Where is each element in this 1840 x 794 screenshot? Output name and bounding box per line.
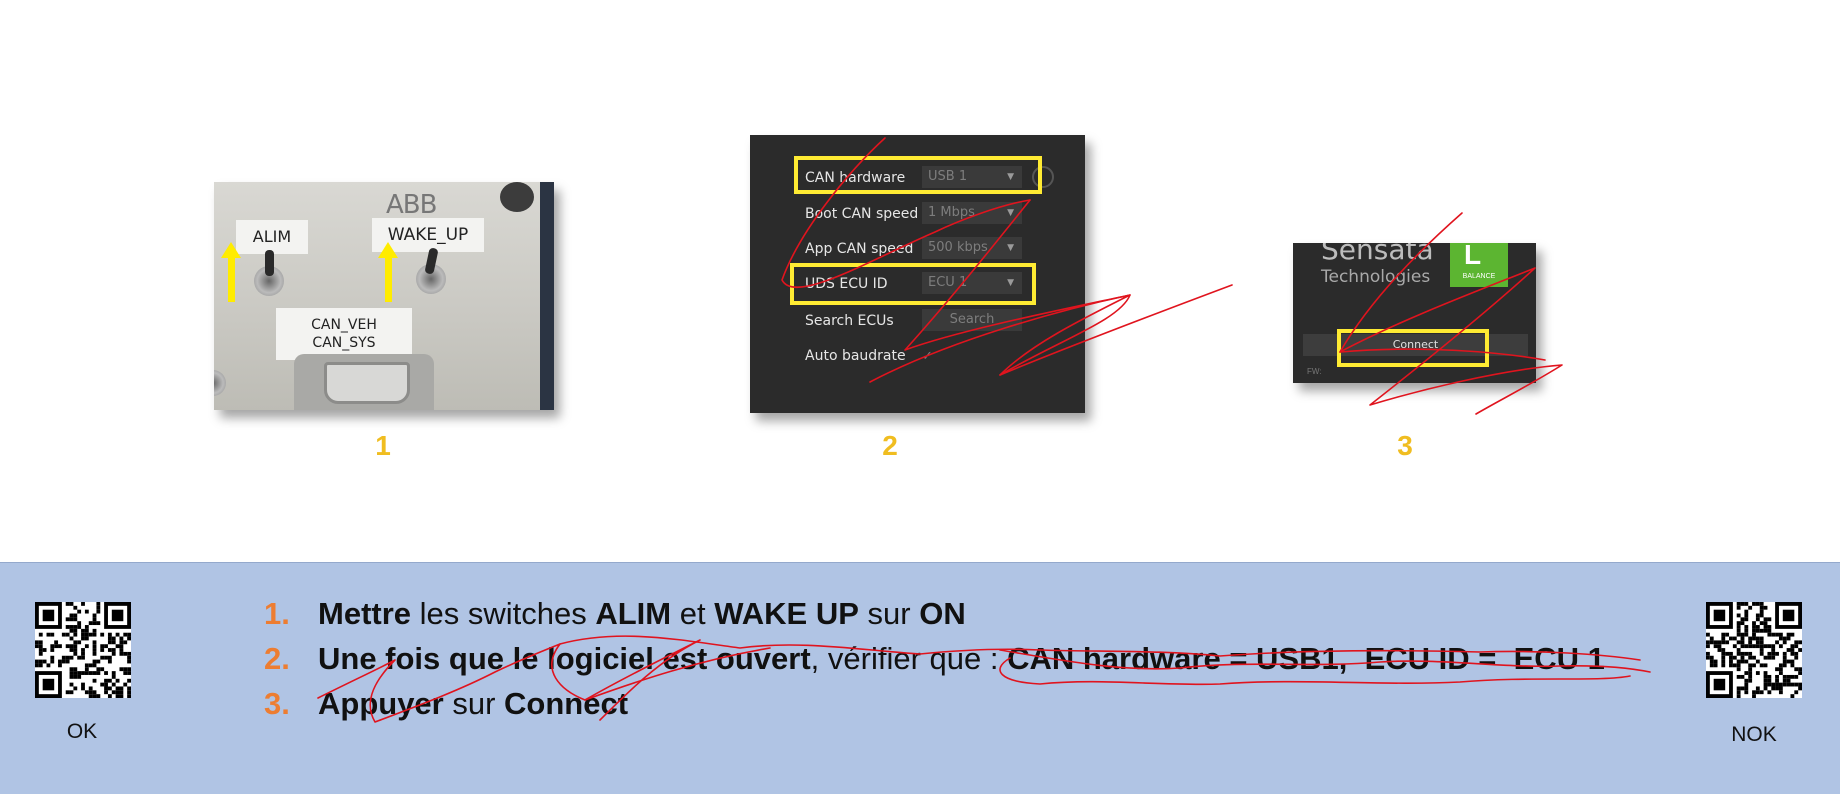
app-can-speed-label: App CAN speed bbox=[805, 241, 914, 257]
step-number-3: 3 bbox=[1397, 430, 1413, 461]
instruction-text: CAN hardware = USB1, ECU ID = ECU 1 bbox=[1007, 641, 1605, 676]
label-alim: ALIM bbox=[236, 220, 308, 254]
app-can-speed-select[interactable]: 500 kbps ▼ bbox=[922, 237, 1022, 259]
side-screw bbox=[214, 370, 226, 396]
screw-hole bbox=[500, 182, 534, 212]
brand-logo: ABB bbox=[386, 190, 437, 220]
instruction-step-3: 3. Appuyer sur Connect bbox=[264, 686, 1605, 731]
label-can-veh: CAN_VEH bbox=[311, 317, 377, 333]
search-button[interactable]: Search bbox=[922, 309, 1022, 331]
step-number-1: 1 bbox=[375, 430, 391, 461]
instruction-number: 1. bbox=[264, 596, 290, 631]
highlight-uds-ecu-id bbox=[790, 263, 1036, 305]
label-can-sys: CAN_SYS bbox=[312, 335, 376, 351]
instruction-number: 3. bbox=[264, 686, 290, 721]
instruction-text: sur bbox=[858, 596, 920, 631]
chevron-down-icon: ▼ bbox=[1007, 243, 1014, 253]
auto-baudrate-checkbox[interactable]: ✓ bbox=[922, 348, 938, 364]
instruction-text: , vérifier que : bbox=[810, 641, 1008, 676]
alim-switch-lever bbox=[265, 250, 274, 276]
instruction-text: ON bbox=[919, 596, 966, 631]
panel-edge bbox=[540, 182, 554, 410]
qr-code-nok bbox=[1706, 602, 1802, 698]
arrow-up-shaft bbox=[385, 258, 392, 302]
arrow-up-shaft bbox=[228, 258, 235, 302]
instruction-text: sur bbox=[443, 686, 505, 721]
switch-panel-photo: ABB ALIM WAKE_UP CAN_VEH CAN_SYS bbox=[214, 182, 554, 410]
qr-code-ok bbox=[35, 602, 131, 698]
boot-can-speed-select[interactable]: 1 Mbps ▼ bbox=[922, 202, 1022, 224]
instruction-text: et bbox=[671, 596, 715, 631]
search-ecus-label: Search ECUs bbox=[805, 313, 894, 329]
label-can: CAN_VEH CAN_SYS bbox=[276, 308, 412, 360]
balance-logo-letter: L bbox=[1464, 243, 1482, 270]
instruction-text: Mettre bbox=[318, 596, 412, 631]
boot-can-speed-value: 1 Mbps bbox=[928, 205, 975, 220]
arrow-up-icon bbox=[221, 242, 241, 258]
instruction-step-2: 2. Une fois que le logiciel est ouvert, v… bbox=[264, 641, 1605, 686]
instruction-text: les switches bbox=[411, 596, 596, 631]
qr-caption-nok: NOK bbox=[1731, 723, 1777, 746]
instruction-number: 2. bbox=[264, 641, 290, 676]
sensata-logo-sub: Technologies bbox=[1321, 267, 1431, 287]
instruction-text: ALIM bbox=[595, 596, 672, 631]
instruction-text: Une fois que le logiciel est ouvert bbox=[318, 641, 811, 676]
chevron-down-icon: ▼ bbox=[1007, 208, 1014, 218]
app-can-speed-value: 500 kbps bbox=[928, 240, 988, 255]
auto-baudrate-label: Auto baudrate bbox=[805, 348, 906, 364]
instruction-text: WAKE UP bbox=[714, 596, 859, 631]
connect-screenshot: Sensata Technologies L BALANCE Connect F… bbox=[1293, 243, 1536, 383]
qr-caption-ok: OK bbox=[66, 720, 98, 743]
instruction-step-1: 1. Mettre les switches ALIM et WAKE UP su… bbox=[264, 596, 1605, 641]
arrow-up-icon bbox=[378, 242, 398, 258]
d-sub-connector bbox=[324, 362, 410, 404]
instruction-list: 1. Mettre les switches ALIM et WAKE UP su… bbox=[264, 596, 1605, 731]
balance-logo-tile: L BALANCE bbox=[1450, 243, 1508, 287]
instruction-text: Connect bbox=[504, 686, 629, 721]
highlight-connect bbox=[1337, 329, 1489, 367]
can-settings-screenshot: CAN hardware USB 1 ▼ Boot CAN speed 1 Mbp… bbox=[750, 135, 1085, 413]
boot-can-speed-label: Boot CAN speed bbox=[805, 206, 919, 222]
balance-logo-caption: BALANCE bbox=[1462, 273, 1496, 280]
step-number-2: 2 bbox=[882, 430, 898, 461]
sensata-logo-name: Sensata bbox=[1321, 243, 1434, 266]
fw-label: FW: bbox=[1307, 367, 1322, 376]
highlight-can-hardware bbox=[794, 156, 1042, 194]
instruction-text: Appuyer bbox=[318, 686, 444, 721]
